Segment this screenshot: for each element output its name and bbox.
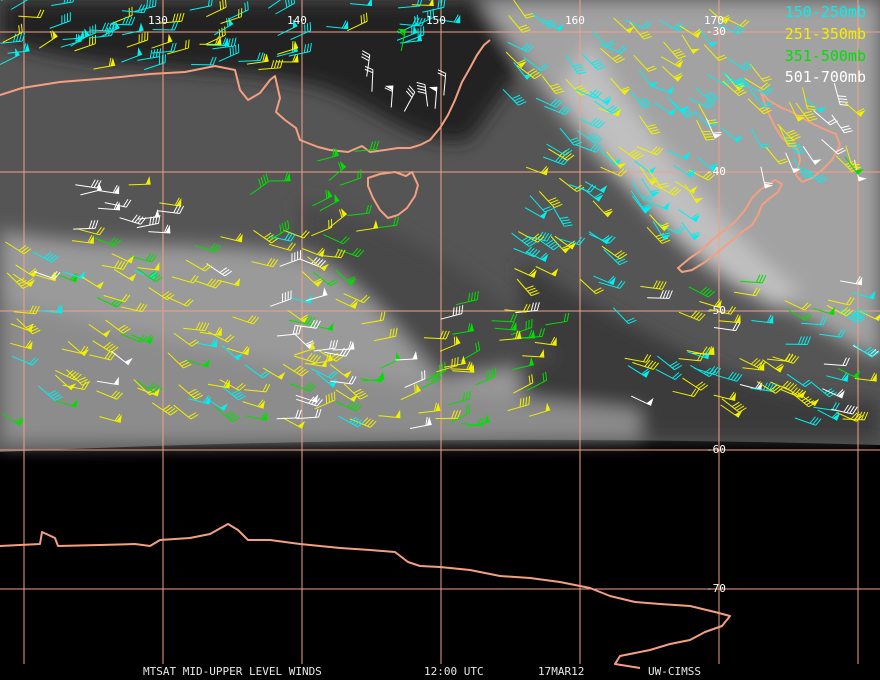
lon-label-160: 160 <box>565 14 585 27</box>
lon-label-130: 130 <box>148 14 168 27</box>
lat-label-70: -70 <box>706 582 726 595</box>
antarctica-coast <box>0 523 731 669</box>
lon-label-150: 150 <box>426 14 446 27</box>
lat-label-40: -40 <box>706 165 726 178</box>
caption-source: UW-CIMSS <box>648 665 701 678</box>
caption-date: 17MAR12 <box>538 665 585 678</box>
lon-label-140: 140 <box>287 14 307 27</box>
water-vapor-imagery <box>0 0 880 452</box>
lat-label-30: -30 <box>706 25 726 38</box>
image-caption: MTSAT MID-UPPER LEVEL WINDS 12:00 UTC 17… <box>0 665 880 679</box>
satellite-map: 130 140 150 160 170 -30 -40 -50 -60 -70 … <box>0 0 880 680</box>
legend-251-350mb: 251-350mb <box>784 25 866 43</box>
legend-351-500mb: 351-500mb <box>784 47 866 65</box>
caption-product: MTSAT MID-UPPER LEVEL WINDS <box>143 665 322 678</box>
lat-label-50: -50 <box>706 304 726 317</box>
caption-time: 12:00 UTC <box>424 665 484 678</box>
lat-label-60: -60 <box>706 443 726 456</box>
legend-501-700mb: 501-700mb <box>784 68 866 86</box>
map-canvas <box>0 0 880 669</box>
legend-150-250mb: 150-250mb <box>784 3 866 21</box>
